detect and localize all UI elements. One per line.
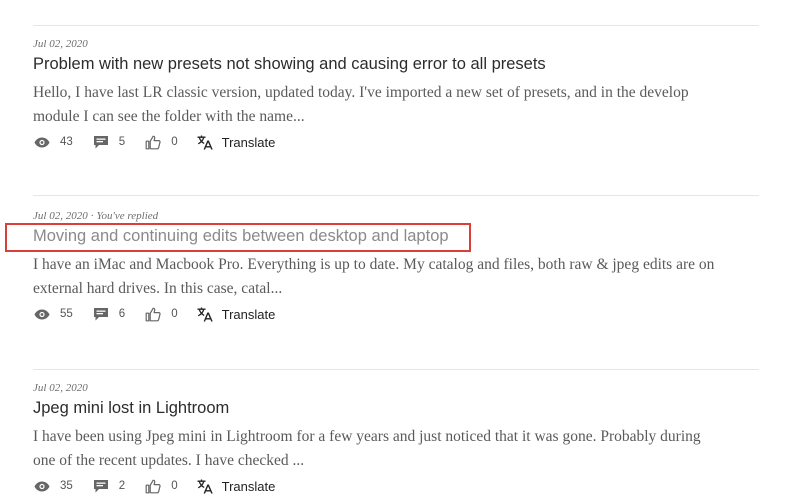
views-stat: 55: [33, 306, 73, 322]
likes-stat[interactable]: 0: [144, 478, 178, 494]
translate-label: Translate: [221, 306, 276, 322]
replies-stat: 2: [92, 478, 125, 494]
replies-stat: 5: [92, 134, 125, 150]
views-stat: 43: [33, 134, 73, 150]
divider: [33, 369, 759, 370]
eye-icon: [33, 134, 51, 150]
post-title-link[interactable]: Problem with new presets not showing and…: [33, 55, 546, 74]
post-title-link[interactable]: Jpeg mini lost in Lightroom: [33, 399, 229, 418]
thumbs-up-icon[interactable]: [144, 134, 162, 150]
translate-button[interactable]: Translate: [197, 134, 276, 150]
reply-note: You've replied: [96, 210, 159, 222]
post-excerpt: I have been using Jpeg mini in Lightroom…: [33, 425, 759, 473]
post-meta: Jul 02, 2020: [33, 38, 88, 50]
excerpt-line: module I can see the folder with the nam…: [33, 108, 305, 125]
comment-icon: [92, 134, 110, 150]
translate-button[interactable]: Translate: [197, 478, 276, 494]
post-title-link[interactable]: Moving and continuing edits between desk…: [33, 227, 449, 246]
eye-icon: [33, 478, 51, 494]
post-excerpt: Hello, I have last LR classic version, u…: [33, 81, 759, 129]
divider: [33, 25, 759, 26]
thumbs-up-icon[interactable]: [144, 306, 162, 322]
replies-count: 2: [118, 480, 126, 492]
likes-count: 0: [171, 308, 178, 320]
post-date: Jul 02, 2020: [33, 382, 88, 394]
divider: [33, 195, 759, 196]
post-date: Jul 02, 2020: [33, 38, 88, 50]
comment-icon: [92, 478, 110, 494]
likes-stat[interactable]: 0: [144, 134, 178, 150]
likes-count: 0: [171, 480, 178, 492]
translate-icon: [197, 135, 213, 150]
replies-stat: 6: [92, 306, 125, 322]
views-count: 55: [60, 308, 73, 320]
post-excerpt: I have an iMac and Macbook Pro. Everythi…: [33, 253, 759, 301]
translate-label: Translate: [221, 134, 276, 150]
post-meta: Jul 02, 2020 · You've replied: [33, 210, 158, 222]
translate-icon: [197, 307, 213, 322]
views-stat: 35: [33, 478, 73, 494]
views-count: 43: [60, 136, 73, 148]
excerpt-line: one of the recent updates. I have checke…: [33, 452, 305, 469]
excerpt-line: I have an iMac and Macbook Pro. Everythi…: [33, 256, 715, 273]
thumbs-up-icon[interactable]: [144, 478, 162, 494]
post-date: Jul 02, 2020: [33, 210, 88, 222]
post-stats: 35 2 0 Translate: [33, 476, 275, 496]
likes-stat[interactable]: 0: [144, 306, 178, 322]
translate-icon: [197, 479, 213, 494]
comment-icon: [92, 306, 110, 322]
post-stats: 43 5 0 Translate: [33, 132, 275, 152]
meta-separator: ·: [90, 210, 94, 222]
likes-count: 0: [171, 136, 178, 148]
post-stats: 55 6 0 Translate: [33, 304, 275, 324]
replies-count: 5: [118, 136, 126, 148]
translate-label: Translate: [221, 478, 276, 494]
replies-count: 6: [118, 308, 126, 320]
views-count: 35: [60, 480, 73, 492]
translate-button[interactable]: Translate: [197, 306, 276, 322]
excerpt-line: external hard drives. In this case, cata…: [33, 280, 283, 297]
excerpt-line: Hello, I have last LR classic version, u…: [33, 84, 689, 101]
excerpt-line: I have been using Jpeg mini in Lightroom…: [33, 428, 701, 445]
eye-icon: [33, 306, 51, 322]
post-meta: Jul 02, 2020: [33, 382, 88, 394]
